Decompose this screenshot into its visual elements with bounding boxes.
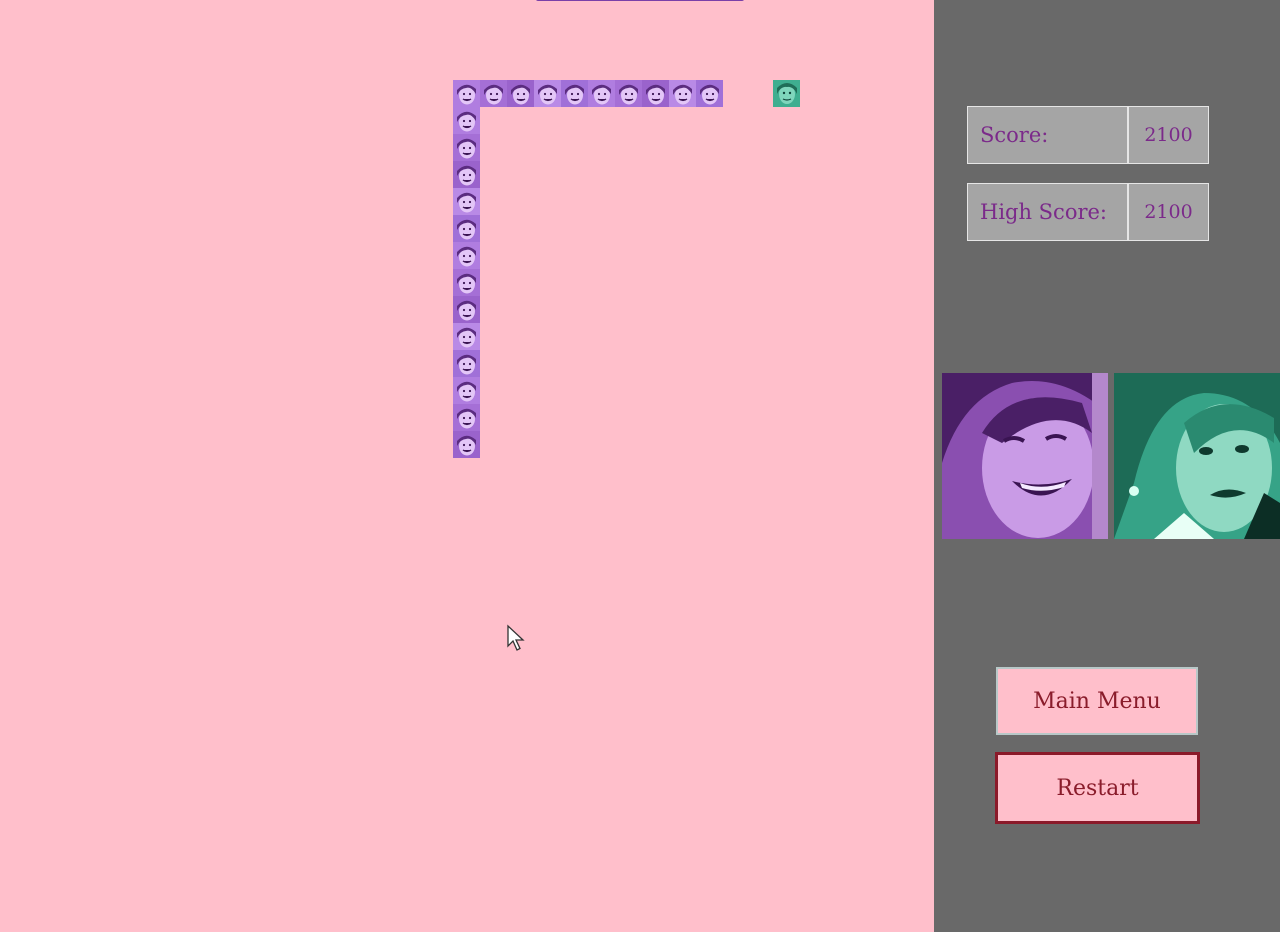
- snake-segment: [453, 107, 480, 134]
- face-tile-icon: [561, 80, 588, 107]
- main-menu-button[interactable]: Main Menu: [996, 667, 1198, 735]
- face-tile-icon: [453, 80, 480, 107]
- arrow-cursor-icon: [507, 624, 525, 651]
- high-score-row: High Score: 2100: [967, 183, 1209, 241]
- snake-segment: [453, 80, 480, 107]
- snake-head: [696, 80, 723, 107]
- player-portrait: [942, 373, 1108, 539]
- laughing-face-icon: [942, 373, 1108, 539]
- face-tile-icon: [453, 431, 480, 458]
- score-row: Score: 2100: [967, 106, 1209, 164]
- face-tile-icon: [453, 134, 480, 161]
- food-portrait: [1114, 373, 1280, 539]
- face-tile-icon: [669, 80, 696, 107]
- face-tile-icon: [453, 242, 480, 269]
- score-label: Score:: [968, 107, 1129, 163]
- snake-segment: [453, 215, 480, 242]
- face-tile-icon: [453, 404, 480, 431]
- face-tile-icon: [534, 80, 561, 107]
- high-score-label: High Score:: [968, 184, 1129, 240]
- face-tile-icon: [453, 161, 480, 188]
- food-face-icon: [773, 80, 800, 107]
- faded-overlay: [500, 388, 720, 498]
- face-tile-icon: [453, 377, 480, 404]
- high-score-value: 2100: [1144, 201, 1193, 223]
- sidebar: Score: 2100 High Score: 2100 Main Menu R…: [934, 0, 1280, 932]
- face-tile-icon: [480, 80, 507, 107]
- snake-segment: [561, 80, 588, 107]
- face-tile-icon: [453, 215, 480, 242]
- snake-segment: [453, 431, 480, 458]
- face-tile-icon: [642, 80, 669, 107]
- snake-segment: [453, 404, 480, 431]
- food-tile: [773, 80, 800, 107]
- face-tile-icon: [453, 269, 480, 296]
- snake-segment: [453, 242, 480, 269]
- snake-segment: [588, 80, 615, 107]
- snake-segment: [453, 269, 480, 296]
- snake-segment: [507, 80, 534, 107]
- snake-segment: [534, 80, 561, 107]
- face-tile-icon: [453, 296, 480, 323]
- top-edge-bar: [536, 0, 744, 1]
- snake-segment: [453, 161, 480, 188]
- snake-segment: [453, 134, 480, 161]
- grimacing-face-icon: [1114, 373, 1280, 539]
- face-tile-icon: [453, 188, 480, 215]
- face-tile-icon: [507, 80, 534, 107]
- snake-segment: [480, 80, 507, 107]
- face-tile-icon: [453, 107, 480, 134]
- snake-segment: [642, 80, 669, 107]
- snake-segment: [453, 188, 480, 215]
- face-tile-icon: [588, 80, 615, 107]
- face-tile-icon: [696, 80, 723, 107]
- snake-segment: [453, 296, 480, 323]
- snake-segment: [453, 377, 480, 404]
- snake-segment: [453, 323, 480, 350]
- snake-segment: [453, 350, 480, 377]
- face-tile-icon: [453, 323, 480, 350]
- restart-button[interactable]: Restart: [995, 752, 1200, 824]
- game-board: [0, 0, 934, 932]
- score-value: 2100: [1144, 124, 1193, 146]
- snake-segment: [669, 80, 696, 107]
- snake-segment: [615, 80, 642, 107]
- face-tile-icon: [453, 350, 480, 377]
- face-tile-icon: [615, 80, 642, 107]
